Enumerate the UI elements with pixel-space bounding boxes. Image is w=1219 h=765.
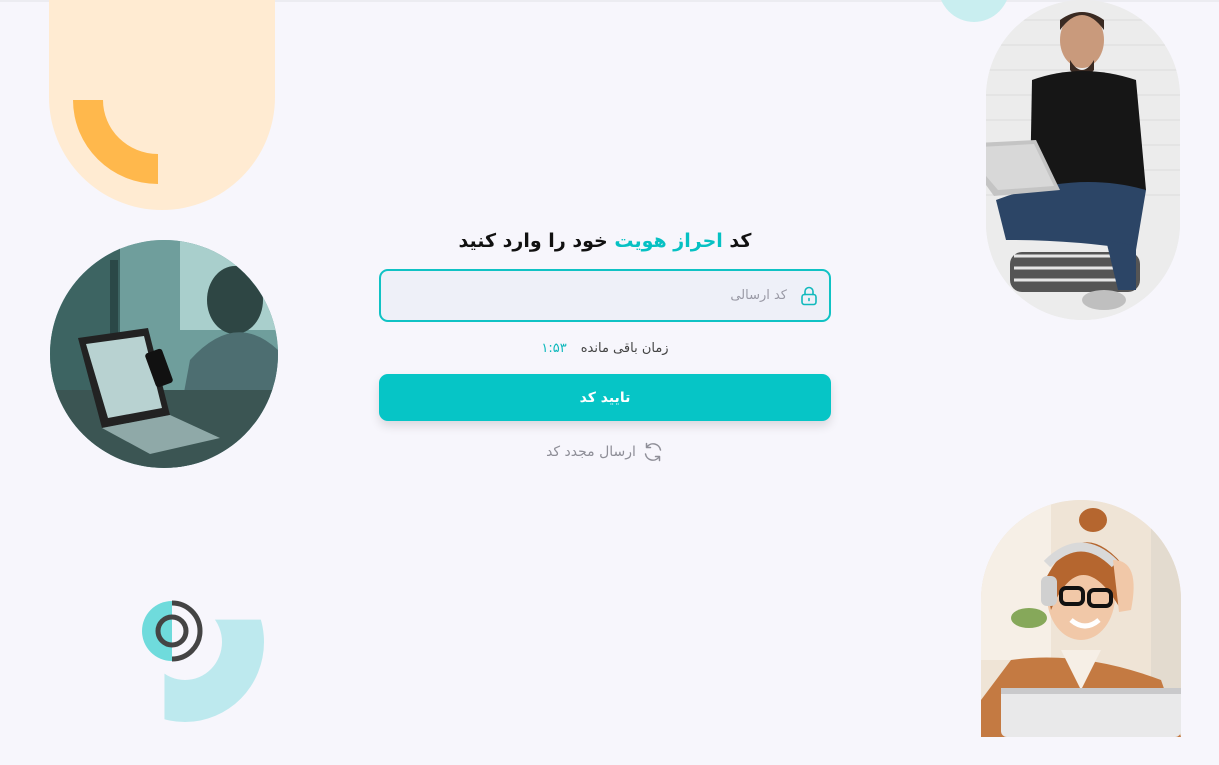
man-sitting-photo — [986, 0, 1180, 320]
code-field[interactable] — [379, 269, 831, 322]
resend-code-button[interactable]: ارسال مجدد کد — [379, 440, 831, 464]
ring-icon — [141, 600, 203, 662]
confirm-code-button[interactable]: تایید کد — [379, 374, 831, 421]
teal-circle-decoration — [938, 0, 1010, 22]
title-accent-text: احراز هویت — [614, 230, 723, 252]
woman-with-headphones-photo — [981, 500, 1181, 737]
timer-value: ۱:۵۳ — [541, 340, 567, 356]
countdown-row: زمان باقی مانده ۱:۵۳ — [379, 338, 831, 358]
verification-form: کد احراز هویت خود را وارد کنید زمان باقی… — [379, 220, 831, 464]
resend-label: ارسال مجدد کد — [546, 444, 636, 460]
code-input[interactable] — [391, 271, 787, 320]
page-title: کد احراز هویت خود را وارد کنید — [379, 220, 831, 262]
title-text-end: خود را وارد کنید — [458, 230, 608, 252]
refresh-icon — [642, 441, 664, 463]
man-with-laptop-photo — [50, 240, 278, 468]
timer-label: زمان باقی مانده — [580, 340, 669, 356]
lock-icon — [798, 285, 820, 307]
title-text-start: کد — [729, 230, 752, 252]
